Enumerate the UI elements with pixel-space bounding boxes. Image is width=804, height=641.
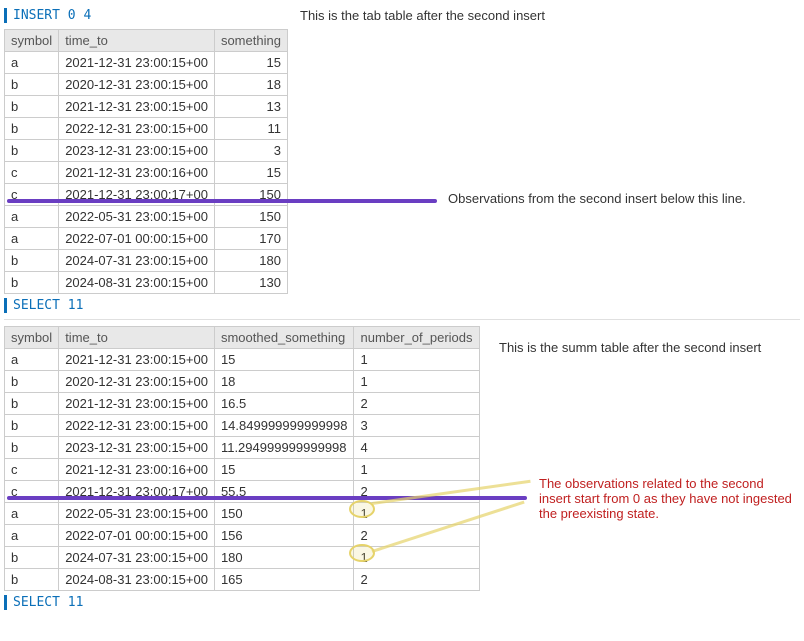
table-row: a2022-05-31 23:00:15+00150 (5, 206, 288, 228)
section-divider (4, 319, 800, 320)
col-symbol: symbol (5, 30, 59, 52)
table-row: b2024-07-31 23:00:15+00180 (5, 250, 288, 272)
table-row: b2021-12-31 23:00:15+0013 (5, 96, 288, 118)
table-row: a2021-12-31 23:00:15+0015 (5, 52, 288, 74)
table2-area: symbol time_to smoothed_something number… (4, 326, 800, 591)
col-number_of_periods: number_of_periods (354, 327, 479, 349)
col-symbol: symbol (5, 327, 59, 349)
table-row: b2024-07-31 23:00:15+001801 (5, 547, 480, 569)
col-time_to: time_to (59, 327, 215, 349)
table-row: b2023-12-31 23:00:15+003 (5, 140, 288, 162)
col-time_to: time_to (59, 30, 215, 52)
purple-divider-line (7, 199, 437, 203)
table-row: c2021-12-31 23:00:16+00151 (5, 459, 480, 481)
sql-result-select-1: SELECT 11 (4, 298, 800, 313)
annotation-red-note: The observations related to the second i… (539, 476, 794, 521)
table-row: b2023-12-31 23:00:15+0011.29499999999999… (5, 437, 480, 459)
table-row: a2022-07-01 00:00:15+00170 (5, 228, 288, 250)
table-row: b2020-12-31 23:00:15+0018 (5, 74, 288, 96)
col-smoothed_something: smoothed_something (214, 327, 354, 349)
table-row: b2024-08-31 23:00:15+001652 (5, 569, 480, 591)
summ-table: symbol time_to smoothed_something number… (4, 326, 480, 591)
annotation-tab-table: This is the tab table after the second i… (300, 8, 545, 23)
sql-result-select-2: SELECT 11 (4, 595, 800, 610)
table-row: b2020-12-31 23:00:15+00181 (5, 371, 480, 393)
table-row: c2021-12-31 23:00:16+0015 (5, 162, 288, 184)
tab-table: symbol time_to something a2021-12-31 23:… (4, 29, 288, 294)
annotation-summ-table: This is the summ table after the second … (499, 340, 761, 355)
table-row: b2021-12-31 23:00:15+0016.52 (5, 393, 480, 415)
yellow-circle-highlight (349, 544, 375, 562)
table-row: a2022-05-31 23:00:15+001501 (5, 503, 480, 525)
table-row: b2022-12-31 23:00:15+0011 (5, 118, 288, 140)
table-row: a2021-12-31 23:00:15+00151 (5, 349, 480, 371)
annotation-second-insert-below: Observations from the second insert belo… (448, 191, 746, 206)
col-something: something (214, 30, 287, 52)
table-row: b2022-12-31 23:00:15+0014.84999999999999… (5, 415, 480, 437)
table-row: b2024-08-31 23:00:15+00130 (5, 272, 288, 294)
table1-area: symbol time_to something a2021-12-31 23:… (4, 29, 800, 294)
table-row: a2022-07-01 00:00:15+001562 (5, 525, 480, 547)
purple-divider-line-2 (7, 496, 527, 500)
